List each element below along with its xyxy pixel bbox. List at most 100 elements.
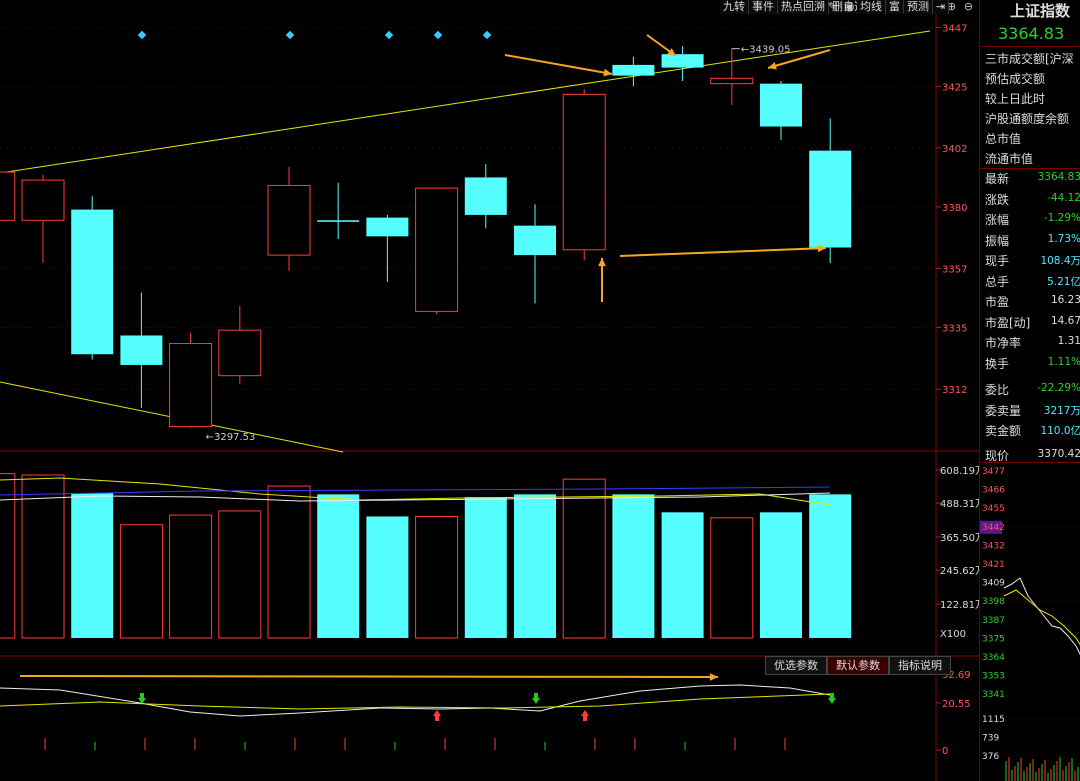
mini-axis-label: 3455 bbox=[982, 504, 1005, 514]
buy-signal-icon bbox=[828, 698, 836, 704]
quote-label: 委卖量 bbox=[985, 403, 1022, 418]
quote-label: 总手 bbox=[985, 274, 1010, 289]
volume-axis-label: 245.62万 bbox=[940, 566, 979, 577]
volume-axis-label: 608.19万 bbox=[940, 466, 979, 477]
zoom-out-icon[interactable]: ⊖ bbox=[960, 0, 977, 14]
toolbar-forecast[interactable]: 预测 bbox=[904, 0, 933, 14]
pen-icon[interactable]: ✎ bbox=[824, 0, 841, 14]
volume-axis-label: 122.81万 bbox=[940, 600, 979, 611]
volume-bar bbox=[760, 512, 802, 638]
quote-value: 3370.42 bbox=[1037, 447, 1080, 460]
quote-value: -1.29% bbox=[1043, 212, 1080, 224]
signal-stem bbox=[435, 716, 439, 721]
candle-body bbox=[0, 171, 16, 221]
volume-ma-line bbox=[0, 492, 831, 502]
toolbar-hotspot-review[interactable]: 热点回溯 bbox=[778, 0, 829, 14]
volume-bar bbox=[464, 497, 507, 638]
mini-axis-label: 3353 bbox=[982, 672, 1005, 682]
label-vs-yesterday: 较上日此时 bbox=[985, 92, 1046, 106]
index-name: 上证指数 bbox=[1010, 2, 1071, 20]
candle-body bbox=[169, 343, 213, 428]
event-diamond-icon bbox=[482, 30, 492, 40]
arrow-annotation bbox=[19, 675, 719, 678]
indicator-param-tabs: 优选参数 默认参数 指标说明 bbox=[765, 656, 951, 675]
quote-label: 涨幅 bbox=[985, 213, 1010, 227]
mini-axis-label: 3477 bbox=[982, 467, 1005, 477]
high-annotation: ←3439.05 bbox=[741, 45, 791, 56]
mini-axis-label: 3398 bbox=[982, 597, 1005, 607]
signal-stem bbox=[583, 716, 587, 721]
quote-label: 现价 bbox=[985, 448, 1010, 463]
mini-axis-label: 3466 bbox=[982, 486, 1005, 496]
price-axis-label: 3357 bbox=[942, 265, 967, 276]
volume-bar bbox=[710, 517, 754, 639]
event-diamond-icon bbox=[384, 30, 394, 40]
price-axis-label: 3380 bbox=[942, 203, 967, 214]
candle-body bbox=[562, 93, 606, 251]
mini-price-line bbox=[1003, 577, 1080, 656]
volume-bar bbox=[809, 494, 852, 638]
tab-indicator-description[interactable]: 指标说明 bbox=[889, 656, 951, 675]
divider bbox=[980, 462, 1080, 463]
arrow-annotation-head bbox=[709, 673, 718, 681]
price-axis-label: 3335 bbox=[942, 323, 967, 334]
toolbar-jiuzhuan[interactable]: 九转 bbox=[720, 0, 749, 14]
volume-axis-label: 365.50万 bbox=[940, 533, 979, 544]
index-price: 3364.83 bbox=[998, 24, 1065, 43]
volume-axis-label: 488.31万 bbox=[940, 499, 979, 510]
toolbar-ma[interactable]: 均线 bbox=[857, 0, 886, 14]
signal-stem bbox=[830, 693, 834, 698]
label-northbound-quota: 沪股通额度余额 bbox=[985, 112, 1070, 126]
candle-body bbox=[120, 335, 163, 365]
signal-stem bbox=[534, 693, 538, 698]
volume-bar bbox=[218, 510, 262, 639]
mini-axis-label: 3341 bbox=[982, 690, 1005, 700]
quote-label: 委比 bbox=[985, 383, 1010, 397]
quote-value: 3364.83 bbox=[1037, 171, 1080, 183]
quote-value: 110.0亿 bbox=[1040, 425, 1080, 437]
quote-label: 振幅 bbox=[985, 233, 1010, 248]
price-axis-label: 3425 bbox=[942, 82, 967, 93]
volume-axis-label: X100 bbox=[940, 629, 966, 640]
toolbar-fu[interactable]: 富 bbox=[886, 0, 904, 14]
label-estimated-turnover: 预估成交额 bbox=[985, 72, 1046, 86]
arrow-annotation-head bbox=[603, 68, 612, 77]
price-axis-label: 3447 bbox=[942, 23, 967, 34]
quote-value: 14.67 bbox=[1050, 314, 1080, 327]
volume-bar bbox=[119, 524, 163, 639]
eye-icon[interactable]: ◉ bbox=[841, 0, 858, 14]
volume-bar bbox=[267, 485, 311, 639]
tab-preferred-params[interactable]: 优选参数 bbox=[765, 656, 827, 675]
event-diamond-icon bbox=[137, 30, 147, 40]
candle-body bbox=[514, 225, 556, 256]
volume-bar bbox=[71, 492, 114, 638]
mini-axis-label: 3387 bbox=[982, 616, 1005, 626]
mini-axis-label: 3432 bbox=[982, 541, 1005, 551]
sell-signal-icon bbox=[433, 710, 441, 716]
candle-body bbox=[218, 329, 262, 377]
volume-bar bbox=[514, 494, 556, 638]
toolbar-events[interactable]: 事件 bbox=[749, 0, 778, 14]
signal-stem bbox=[140, 693, 144, 698]
volume-bar bbox=[415, 515, 459, 639]
quote-label: 最新 bbox=[985, 172, 1010, 186]
volume-bar bbox=[562, 478, 606, 639]
volume-bar bbox=[661, 512, 704, 638]
candle-body bbox=[760, 83, 802, 127]
sell-signal-icon bbox=[581, 710, 589, 716]
quote-label: 卖金额 bbox=[985, 424, 1022, 438]
quote-value: 1.31 bbox=[1057, 335, 1080, 347]
quote-label: 市盈[动] bbox=[985, 315, 1031, 330]
toolbar-right: 均线 富 预测 ⇥ bbox=[857, 0, 950, 14]
quote-label: 市盈 bbox=[985, 295, 1010, 309]
exit-icon[interactable]: ⇥ bbox=[933, 0, 950, 14]
quote-label: 现手 bbox=[985, 254, 1010, 268]
divider bbox=[980, 46, 1080, 47]
tab-default-params[interactable]: 默认参数 bbox=[827, 656, 889, 675]
arrow-annotation bbox=[619, 247, 827, 257]
candle-body bbox=[21, 179, 65, 221]
volume-bar bbox=[317, 494, 360, 638]
quote-panel: 上证指数 3364.83 三市成交额[沪深 预估成交额 较上日此时 沪股通额度余… bbox=[979, 0, 1080, 781]
candle-body bbox=[317, 220, 360, 222]
indicator-axis-label: 0 bbox=[942, 746, 948, 757]
